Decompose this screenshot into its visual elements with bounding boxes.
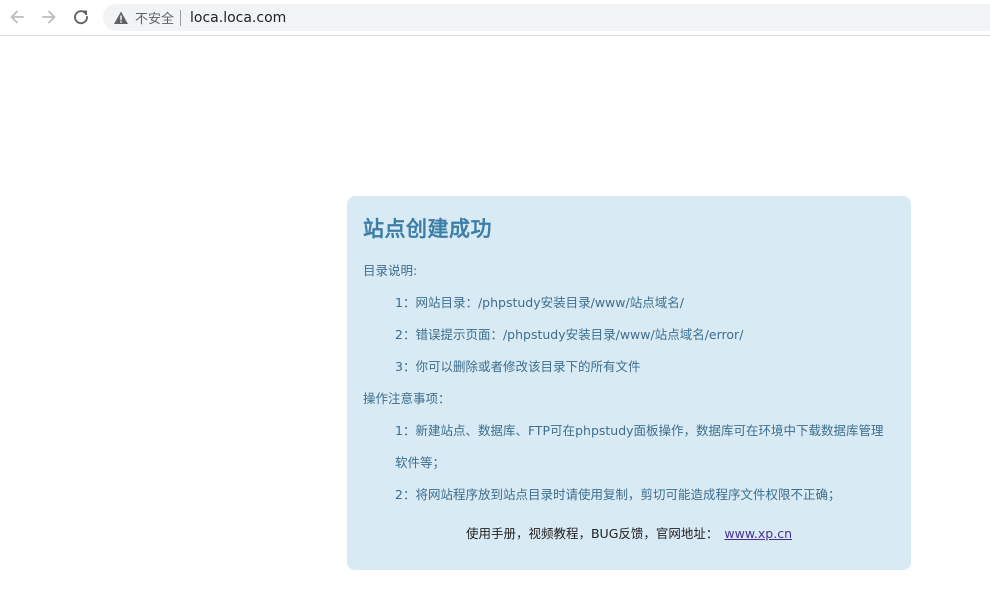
directory-heading: 目录说明:	[363, 263, 418, 278]
notes-item-1: 1：新建站点、数据库、FTP可在phpstudy面板操作，数据库可在环境中下载数…	[395, 423, 884, 438]
warning-icon[interactable]	[113, 10, 129, 26]
address-bar[interactable]: 不安全 loca.loca.com	[103, 4, 990, 31]
page-title: 站点创建成功	[363, 217, 492, 241]
official-site-link[interactable]: www.xp.cn	[724, 526, 792, 541]
reload-icon	[74, 10, 88, 25]
directory-item-2: 2：错误提示页面：/phpstudy安装目录/www/站点域名/error/	[395, 327, 744, 342]
site-created-card: 站点创建成功 目录说明: 1：网站目录：/phpstudy安装目录/www/站点…	[347, 196, 911, 570]
notes-item-1-continued: 软件等；	[395, 455, 446, 470]
url-text[interactable]: loca.loca.com	[190, 10, 286, 26]
footer-text: 使用手册，视频教程，BUG反馈，官网地址：	[465, 526, 719, 541]
back-button[interactable]	[5, 5, 29, 29]
arrow-forward-icon	[42, 10, 56, 24]
directory-item-3: 3：你可以删除或者修改该目录下的所有文件	[395, 359, 641, 374]
security-status-label[interactable]: 不安全	[135, 8, 174, 27]
directory-item-1: 1：网站目录：/phpstudy安装目录/www/站点域名/	[395, 295, 684, 310]
reload-button[interactable]	[69, 5, 93, 29]
notes-heading: 操作注意事项：	[363, 391, 451, 406]
footer-links: 使用手册，视频教程，BUG反馈，官网地址： www.xp.cn	[347, 523, 911, 542]
notes-item-2: 2：将网站程序放到站点目录时请使用复制，剪切可能造成程序文件权限不正确；	[395, 487, 841, 502]
address-divider	[180, 9, 182, 26]
arrow-back-icon	[10, 10, 24, 24]
browser-toolbar: 不安全 loca.loca.com	[0, 0, 990, 36]
forward-button[interactable]	[37, 5, 61, 29]
